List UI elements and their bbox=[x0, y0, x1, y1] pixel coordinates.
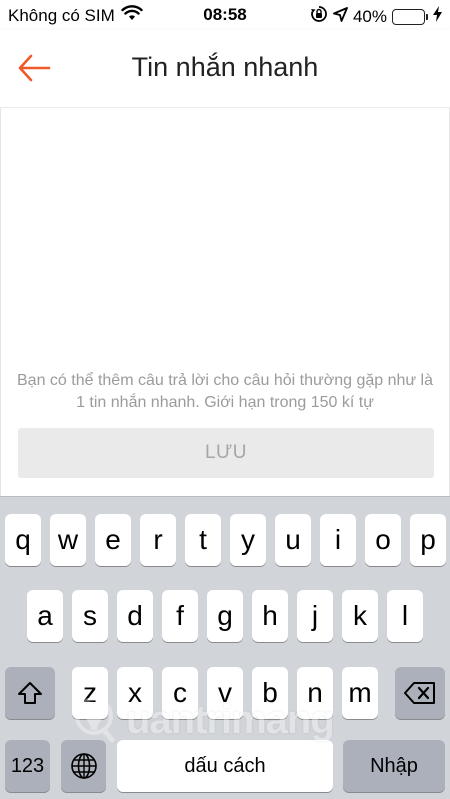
key-h[interactable]: h bbox=[252, 590, 288, 642]
key-q[interactable]: q bbox=[5, 514, 41, 566]
hint-text: Bạn có thể thêm câu trả lời cho câu hỏi … bbox=[17, 372, 433, 411]
key-k[interactable]: k bbox=[342, 590, 378, 642]
key-u[interactable]: u bbox=[275, 514, 311, 566]
battery-icon bbox=[392, 8, 428, 25]
key-g[interactable]: g bbox=[207, 590, 243, 642]
key-v[interactable]: v bbox=[207, 667, 243, 719]
key-z[interactable]: z bbox=[72, 667, 108, 719]
key-y[interactable]: y bbox=[230, 514, 266, 566]
wifi-icon bbox=[121, 5, 143, 26]
key-e[interactable]: e bbox=[95, 514, 131, 566]
key-s[interactable]: s bbox=[72, 590, 108, 642]
key-o[interactable]: o bbox=[365, 514, 401, 566]
shift-key[interactable] bbox=[5, 667, 55, 719]
message-editor[interactable]: Bạn có thể thêm câu trả lời cho câu hỏi … bbox=[0, 108, 450, 496]
key-a[interactable]: a bbox=[27, 590, 63, 642]
key-w[interactable]: w bbox=[50, 514, 86, 566]
globe-icon bbox=[70, 753, 97, 779]
battery-percent: 40% bbox=[352, 6, 387, 26]
return-key[interactable]: Nhập bbox=[343, 740, 445, 792]
key-j[interactable]: j bbox=[297, 590, 333, 642]
orientation-lock-icon bbox=[310, 5, 328, 28]
location-icon bbox=[333, 6, 348, 27]
globe-key[interactable] bbox=[61, 740, 106, 792]
key-d[interactable]: d bbox=[117, 590, 153, 642]
app-header: Tin nhắn nhanh bbox=[0, 30, 450, 108]
key-l[interactable]: l bbox=[387, 590, 423, 642]
key-i[interactable]: i bbox=[320, 514, 356, 566]
backspace-icon bbox=[404, 682, 435, 704]
status-left: Không có SIM bbox=[8, 5, 143, 26]
numbers-key[interactable]: 123 bbox=[5, 740, 50, 792]
carrier-label: Không có SIM bbox=[8, 5, 115, 25]
charging-icon bbox=[433, 6, 442, 27]
shift-icon bbox=[18, 682, 42, 704]
key-p[interactable]: p bbox=[410, 514, 446, 566]
key-f[interactable]: f bbox=[162, 590, 198, 642]
save-button[interactable]: LƯU bbox=[18, 428, 434, 478]
status-bar: Không có SIM 08:58 40% bbox=[0, 0, 450, 30]
page-title: Tin nhắn nhanh bbox=[131, 52, 319, 82]
key-b[interactable]: b bbox=[252, 667, 288, 719]
space-key[interactable]: dấu cách bbox=[117, 740, 333, 792]
key-t[interactable]: t bbox=[185, 514, 221, 566]
arrow-left-icon bbox=[18, 54, 51, 82]
status-right: 40% bbox=[310, 5, 442, 28]
delete-key[interactable] bbox=[395, 667, 445, 719]
key-n[interactable]: n bbox=[297, 667, 333, 719]
back-button[interactable] bbox=[14, 50, 54, 86]
keyboard: qwertyuiop asdfghjkl zxcvbnm 123 dấu các… bbox=[0, 496, 450, 799]
key-c[interactable]: c bbox=[162, 667, 198, 719]
key-x[interactable]: x bbox=[117, 667, 153, 719]
key-m[interactable]: m bbox=[342, 667, 378, 719]
key-r[interactable]: r bbox=[140, 514, 176, 566]
